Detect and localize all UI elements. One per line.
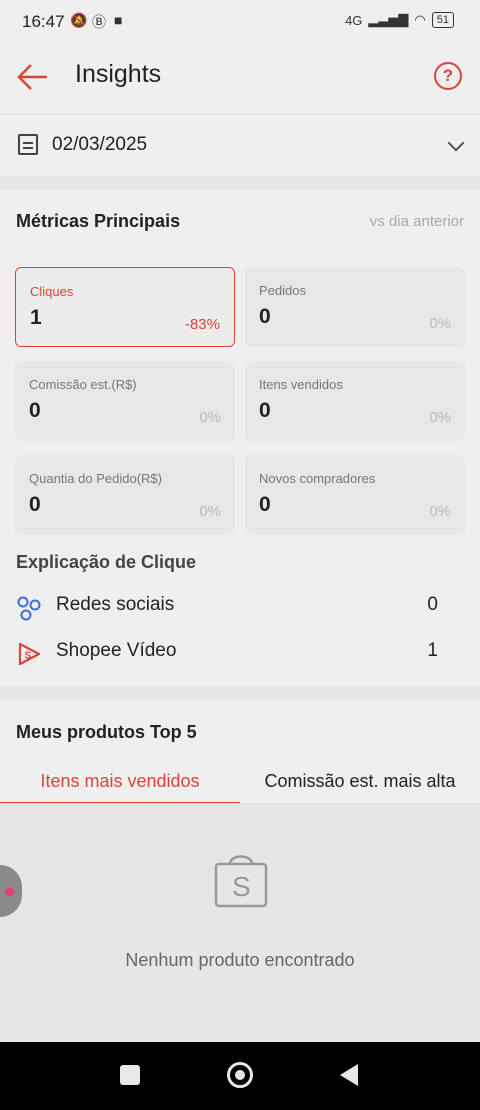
comparison-label: vs dia anterior bbox=[369, 213, 464, 230]
metric-value: 0 bbox=[259, 399, 271, 422]
metric-card-new-buyers[interactable]: Novos compradores 0 0% bbox=[245, 455, 465, 535]
date-value: 02/03/2025 bbox=[52, 134, 148, 155]
video-camera-icon: ■ bbox=[114, 12, 123, 28]
metric-label: Quantia do Pedido(R$) bbox=[29, 471, 162, 486]
svg-text:S: S bbox=[232, 871, 251, 902]
chevron-down-icon bbox=[447, 134, 465, 152]
help-icon[interactable]: ? bbox=[434, 62, 462, 90]
metric-card-orders[interactable]: Pedidos 0 0% bbox=[245, 267, 465, 347]
empty-message: Nenhum produto encontrado bbox=[125, 950, 355, 970]
app-header: Insights ? bbox=[0, 46, 480, 114]
metric-label: Novos compradores bbox=[259, 471, 376, 486]
metric-value: 0 bbox=[29, 493, 41, 516]
svg-text:S: S bbox=[25, 651, 32, 662]
calendar-icon bbox=[18, 134, 38, 155]
click-source-row: S Shopee Vídeo 1 bbox=[0, 631, 480, 677]
page-title: Insights bbox=[75, 60, 162, 88]
top-products-section: Meus produtos Top 5 Itens mais vendidos … bbox=[0, 700, 480, 1042]
metric-card-clicks[interactable]: Cliques 1 -83% bbox=[15, 267, 235, 347]
metric-change: 0% bbox=[429, 409, 451, 426]
empty-state: S Nenhum produto encontrado bbox=[0, 804, 480, 1042]
battery-indicator: 51 bbox=[431, 12, 454, 28]
tab-best-selling[interactable]: Itens mais vendidos bbox=[0, 762, 240, 804]
network-type: 4G bbox=[345, 12, 363, 28]
shopee-video-icon: S bbox=[18, 642, 41, 666]
metric-card-commission[interactable]: Comissão est.(R$) 0 0% bbox=[15, 361, 235, 441]
back-icon[interactable] bbox=[340, 1064, 358, 1086]
home-icon[interactable] bbox=[227, 1062, 253, 1088]
metric-card-items-sold[interactable]: Itens vendidos 0 0% bbox=[245, 361, 465, 441]
status-indicators: 4G ▂▃▅▇ ◠ 51 bbox=[345, 12, 454, 28]
metric-change: 0% bbox=[199, 409, 221, 426]
top-products-title: Meus produtos Top 5 bbox=[16, 722, 197, 742]
metric-value: 0 bbox=[259, 493, 271, 516]
click-source-label: Redes sociais bbox=[56, 594, 175, 615]
click-source-label: Shopee Vídeo bbox=[56, 640, 177, 661]
tab-highest-commission[interactable]: Comissão est. mais alta bbox=[240, 762, 480, 804]
metrics-title: Métricas Principais bbox=[16, 211, 181, 231]
metric-change: 0% bbox=[199, 503, 221, 520]
app-notification-icon: Ⓑ bbox=[92, 14, 106, 30]
metric-value: 0 bbox=[259, 305, 271, 328]
shopping-bag-icon: S bbox=[214, 855, 268, 908]
click-breakdown-title: Explicação de Clique bbox=[16, 552, 197, 572]
metric-value: 1 bbox=[30, 306, 42, 329]
date-selector[interactable]: 02/03/2025 bbox=[0, 114, 480, 176]
click-source-count: 1 bbox=[427, 640, 438, 661]
system-nav-bar bbox=[0, 1042, 480, 1110]
metric-change: 0% bbox=[429, 503, 451, 520]
click-source-row: Redes sociais 0 bbox=[0, 585, 480, 631]
metric-label: Cliques bbox=[30, 284, 74, 299]
metric-label: Comissão est.(R$) bbox=[29, 377, 137, 392]
notifications-muted-icon: 🔕 bbox=[70, 12, 88, 28]
status-bar: 16:47 🔕 Ⓑ ■ 4G ▂▃▅▇ ◠ 51 bbox=[0, 0, 480, 46]
signal-icon: ▂▃▅▇ bbox=[368, 12, 409, 27]
social-network-icon bbox=[17, 596, 41, 621]
metric-value: 0 bbox=[29, 399, 41, 422]
click-source-count: 0 bbox=[427, 594, 438, 615]
metric-change: 0% bbox=[429, 315, 451, 332]
metric-label: Itens vendidos bbox=[259, 377, 343, 392]
recent-apps-icon[interactable] bbox=[120, 1065, 140, 1085]
metrics-section: Métricas Principais vs dia anterior Cliq… bbox=[0, 190, 480, 686]
metric-label: Pedidos bbox=[259, 283, 306, 298]
wifi-icon: ◠ bbox=[414, 12, 426, 27]
metric-card-order-amount[interactable]: Quantia do Pedido(R$) 0 0% bbox=[15, 455, 235, 535]
status-time: 16:47 bbox=[22, 12, 65, 31]
back-arrow-icon[interactable] bbox=[16, 60, 50, 94]
metric-change: -83% bbox=[184, 316, 220, 333]
